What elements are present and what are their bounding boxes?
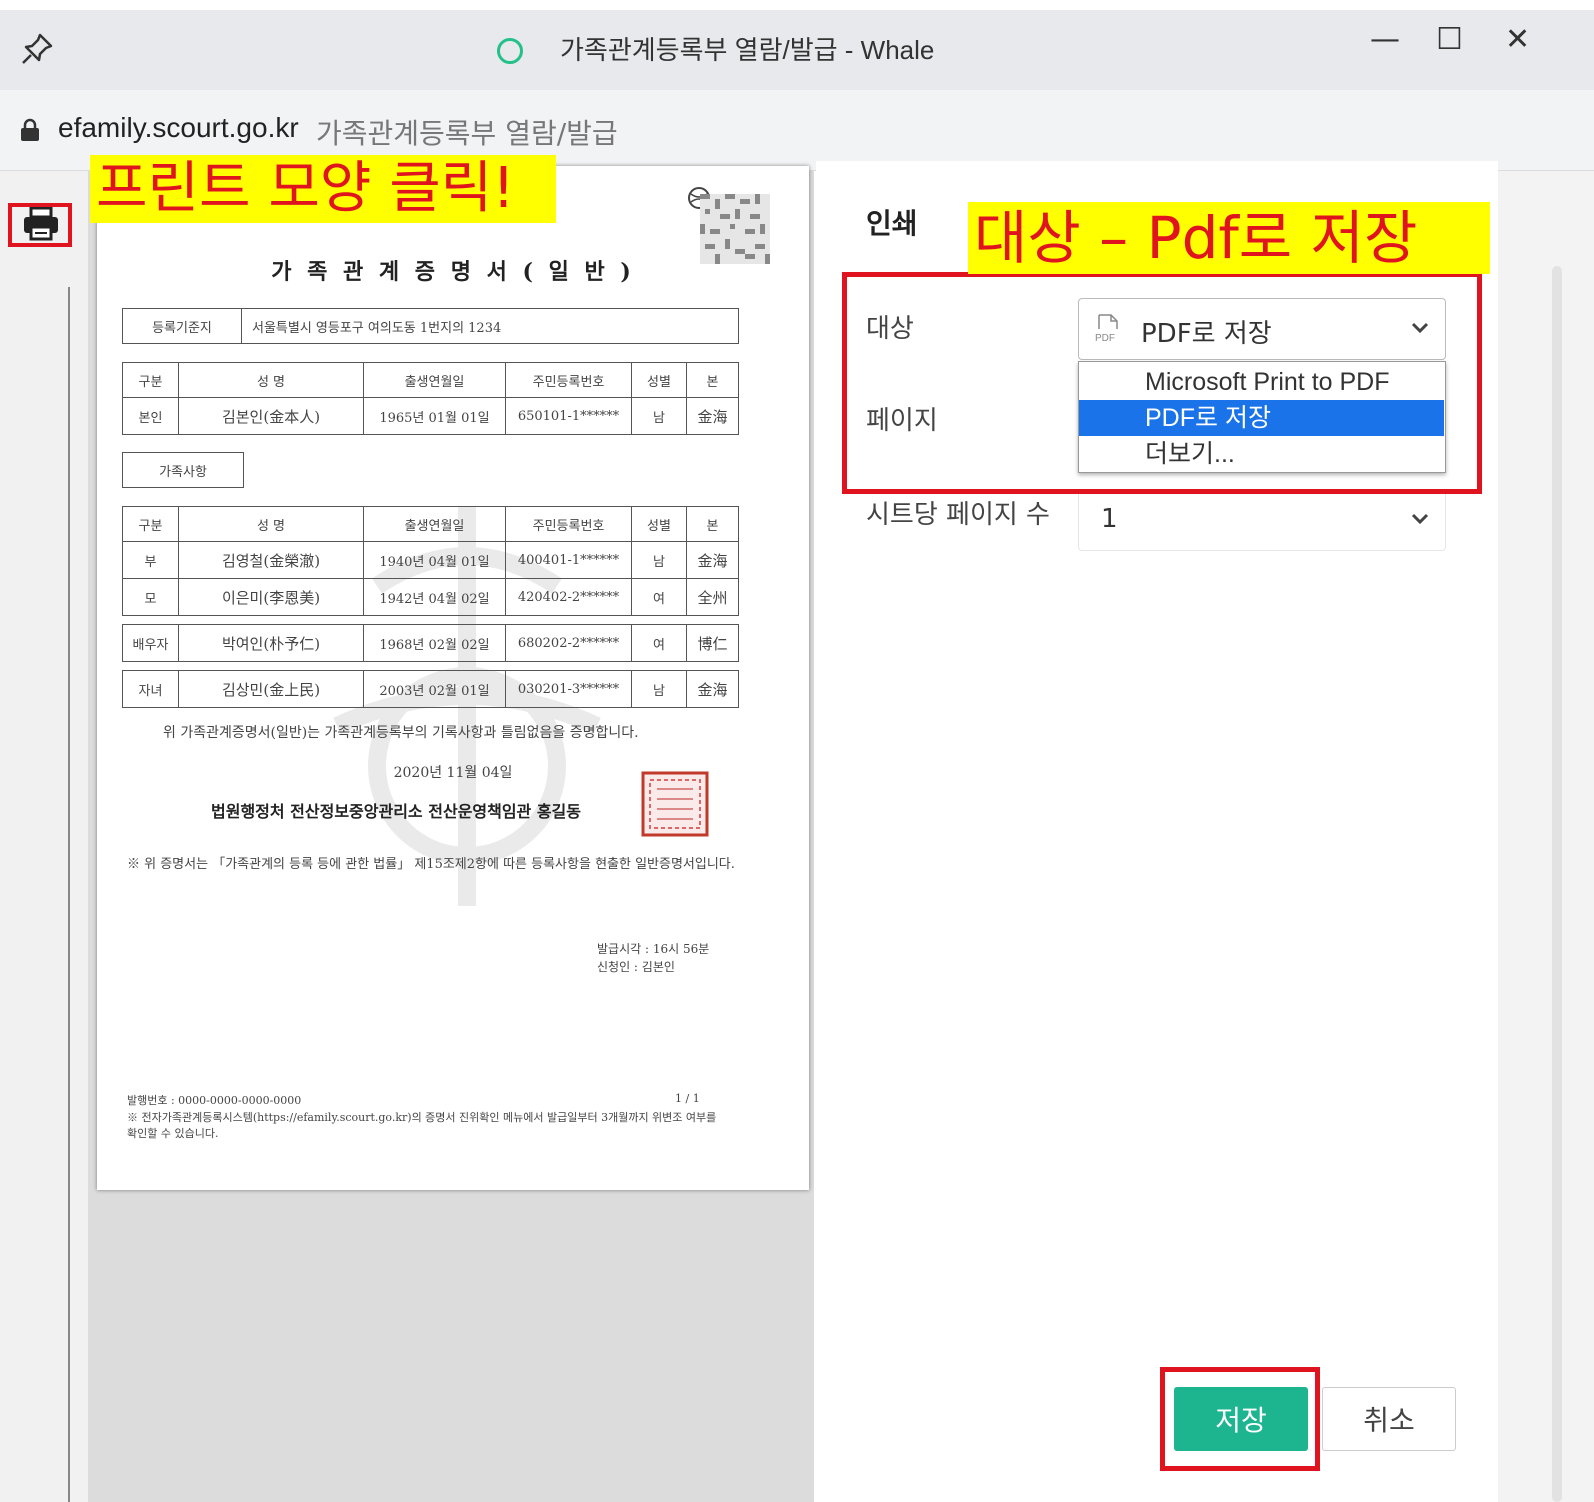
table-header: 주민등록번호 xyxy=(505,362,632,398)
destination-highlight-box xyxy=(842,272,1482,494)
table-cell: 남 xyxy=(631,670,687,708)
pages-per-sheet-label: 시트당 페이지 수 xyxy=(866,500,1050,530)
table-cell: 680202-2****** xyxy=(505,624,632,662)
table-cell: 여 xyxy=(631,624,687,662)
table-cell: 박여인(朴予仁) xyxy=(178,624,364,662)
pages-per-sheet-value: 1 xyxy=(1101,504,1118,534)
whale-loading-icon xyxy=(497,38,523,64)
table-cell: 420402-2****** xyxy=(505,578,632,616)
table-cell: 650101-1****** xyxy=(505,397,632,435)
table-cell: 김상민(金上民) xyxy=(178,670,364,708)
pin-icon[interactable] xyxy=(20,32,54,66)
issuer-name: 법원행정처 전산정보중앙관리소 전산운영책임관 홍길동 xyxy=(211,802,581,821)
table-cell: 金海 xyxy=(686,541,739,579)
table-header: 성 명 xyxy=(178,506,364,542)
table-cell: 이은미(李恩美) xyxy=(178,578,364,616)
lock-icon xyxy=(21,118,39,141)
issue-time: 발급시각 : 16시 56분 xyxy=(597,942,710,956)
table-header: 출생연월일 xyxy=(363,506,506,542)
legal-note: ※ 위 증명서는 「가족관계의 등록 등에 관한 법률」 제15조제2항에 따른… xyxy=(127,857,735,872)
table-header: 성별 xyxy=(631,506,687,542)
table-cell: 金海 xyxy=(686,397,739,435)
maximize-button[interactable]: ☐ xyxy=(1436,22,1463,57)
reg-base-label: 등록기준지 xyxy=(122,308,242,344)
certify-text: 위 가족관계증명서(일반)는 가족관계등록부의 기록사항과 틀림없음을 증명합니… xyxy=(163,725,639,741)
table-header: 본 xyxy=(686,506,739,542)
cancel-button[interactable]: 취소 xyxy=(1322,1387,1456,1451)
destination-hint-annotation: 대상 – Pdf로 저장 xyxy=(968,202,1490,274)
minimize-button[interactable]: — xyxy=(1370,22,1400,57)
table-cell: 1942년 04월 02일 xyxy=(363,578,506,616)
table-cell: 부 xyxy=(122,541,179,579)
footer-note: ※ 전자가족관계등록시스템(https://efamily.scourt.go.… xyxy=(127,1111,717,1140)
table-cell: 남 xyxy=(631,541,687,579)
save-highlight-box xyxy=(1160,1367,1320,1471)
table-header: 구분 xyxy=(122,506,179,542)
url-domain[interactable]: efamily.scourt.go.kr xyxy=(58,112,299,144)
table-cell: 모 xyxy=(122,578,179,616)
reg-base-value: 서울특별시 영등포구 여의도동 1번지의 1234 xyxy=(241,308,739,344)
table-header: 구분 xyxy=(122,362,179,398)
pages-per-sheet-select[interactable]: 1 xyxy=(1078,489,1446,551)
page-number: 1 / 1 xyxy=(675,1092,700,1105)
close-button[interactable]: ✕ xyxy=(1505,22,1530,57)
table-cell: 김영철(金榮澈) xyxy=(178,541,364,579)
table-cell: 400401-1****** xyxy=(505,541,632,579)
table-cell: 자녀 xyxy=(122,670,179,708)
table-cell: 030201-3****** xyxy=(505,670,632,708)
table-cell: 全州 xyxy=(686,578,739,616)
print-heading: 인쇄 xyxy=(866,207,918,240)
table-cell: 2003년 02월 01일 xyxy=(363,670,506,708)
table-cell: 1965년 01월 01일 xyxy=(363,397,506,435)
table-cell: 1968년 02월 02일 xyxy=(363,624,506,662)
print-hint-annotation: 프린트 모양 클릭! xyxy=(90,155,556,223)
table-cell: 博仁 xyxy=(686,624,739,662)
document-title: 가 족 관 계 증 명 서 ( 일 반 ) xyxy=(271,259,635,285)
scrollbar[interactable] xyxy=(1552,266,1562,1502)
table-cell: 金海 xyxy=(686,670,739,708)
table-header: 성 명 xyxy=(178,362,364,398)
issue-number: 발행번호 : 0000-0000-0000-0000 xyxy=(127,1094,302,1107)
window-title: 가족관계등록부 열람/발급 - Whale xyxy=(560,35,935,65)
table-header: 주민등록번호 xyxy=(505,506,632,542)
chevron-down-icon xyxy=(1411,513,1429,525)
table-cell: 본인 xyxy=(122,397,179,435)
right-gutter xyxy=(1498,171,1594,1502)
table-cell: 배우자 xyxy=(122,624,179,662)
printer-highlight-box xyxy=(8,203,72,247)
official-seal-stamp xyxy=(641,771,709,837)
table-cell: 김본인(金本人) xyxy=(178,397,364,435)
table-header: 성별 xyxy=(631,362,687,398)
table-cell: 남 xyxy=(631,397,687,435)
document-page: 가 족 관 계 증 명 서 ( 일 반 ) 등록기준지 서울특별시 영등포구 여… xyxy=(97,166,809,1190)
table-cell: 여 xyxy=(631,578,687,616)
table-header: 출생연월일 xyxy=(363,362,506,398)
table-header: 본 xyxy=(686,362,739,398)
left-toolbar xyxy=(0,171,88,1502)
table-cell: 1940년 04월 01일 xyxy=(363,541,506,579)
family-section-label: 가족사항 xyxy=(122,452,244,488)
preview-divider xyxy=(68,287,70,1502)
url-page-title: 가족관계등록부 열람/발급 xyxy=(316,117,618,150)
applicant-name: 신청인 : 김본인 xyxy=(597,960,675,974)
